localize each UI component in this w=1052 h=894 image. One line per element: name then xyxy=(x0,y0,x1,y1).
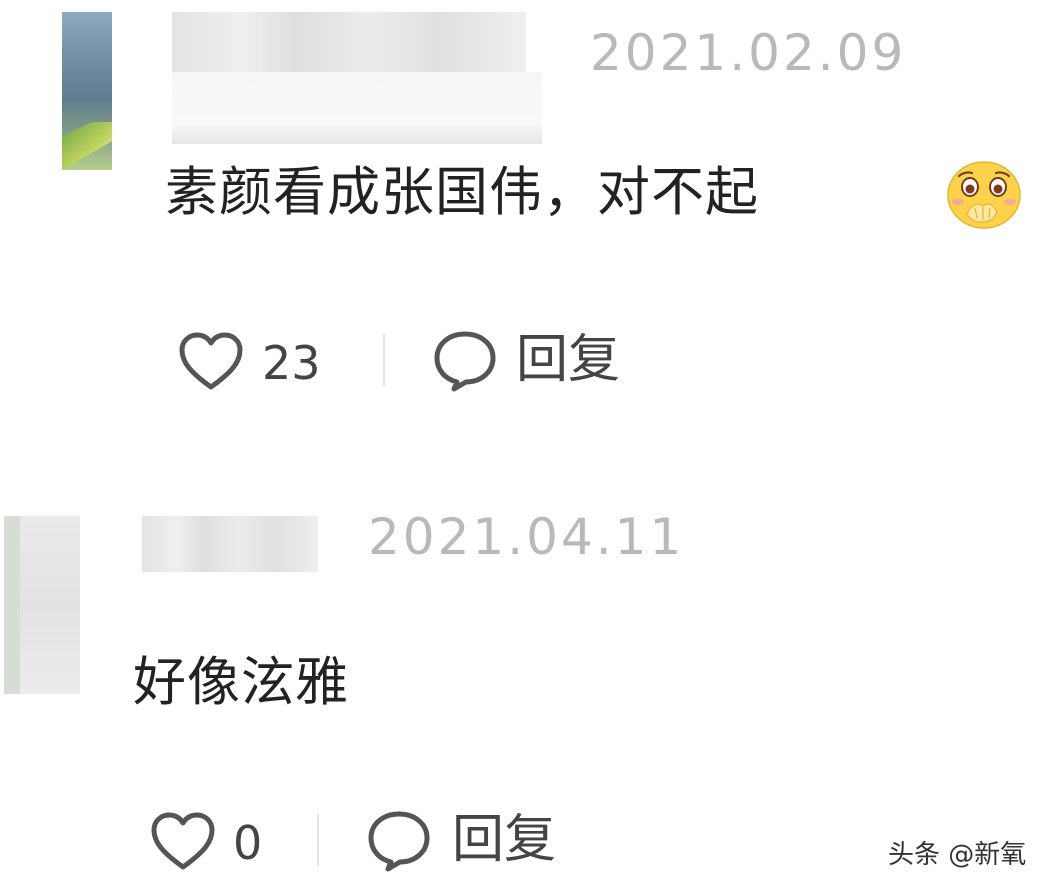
like-count: 23 xyxy=(262,336,321,390)
username-blurred[interactable] xyxy=(172,12,526,72)
comment-text: 素颜看成张国伟，对不起 xyxy=(165,162,759,223)
username-blurred[interactable] xyxy=(142,516,318,572)
avatar[interactable] xyxy=(4,516,80,694)
action-divider xyxy=(317,814,319,866)
reply-button[interactable]: 回复 xyxy=(516,334,620,386)
heart-outline-icon[interactable] xyxy=(150,812,216,872)
comment-text: 好像泫雅 xyxy=(133,652,349,713)
heart-outline-icon[interactable] xyxy=(178,332,244,392)
speech-bubble-icon[interactable] xyxy=(432,330,498,392)
avatar[interactable] xyxy=(62,12,112,170)
watermark: 头条 @新氧 xyxy=(888,840,1027,870)
speech-bubble-icon[interactable] xyxy=(366,810,432,872)
like-count: 0 xyxy=(233,816,263,870)
pleading-face-icon xyxy=(947,161,1021,229)
reply-button[interactable]: 回复 xyxy=(452,814,556,866)
comment-date: 2021.04.11 xyxy=(368,508,685,566)
username-blurred-extension xyxy=(172,72,542,144)
action-divider xyxy=(383,334,385,386)
comment-date: 2021.02.09 xyxy=(590,24,907,82)
